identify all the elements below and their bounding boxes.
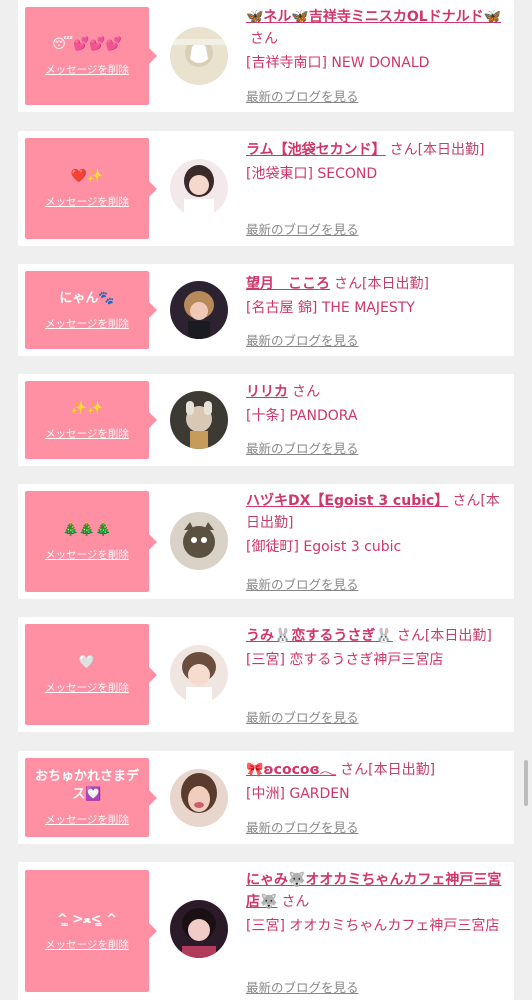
latest-blog-link[interactable]: 最新のブログを見る (246, 219, 359, 238)
shop-name: [御徒町] Egoist 3 cubic (246, 539, 402, 555)
message-bubble: おちゅかれさまデス💟 メッセージを削除 (25, 758, 157, 837)
list-item: ^ ̳>ﻌ< ̳^ メッセージを削除 にゃみ🐺オオカミちゃんカフェ神戸三宮店🐺 さ… (18, 862, 514, 1000)
message-text: ❤️✨ (70, 169, 104, 184)
honorific: さん (389, 142, 418, 158)
girl-name-link[interactable]: ラム【池袋セカンド】 (246, 142, 386, 158)
avatar[interactable] (170, 391, 228, 449)
delete-message-link[interactable]: メッセージを削除 (45, 426, 129, 441)
delete-message-link[interactable]: メッセージを削除 (45, 937, 129, 952)
message-list: 😴💕💕💕 メッセージを削除 🦋ネル🦋吉祥寺ミニスカOLドナルド🦋 さん [吉祥寺南… (0, 0, 532, 1000)
message-text: おちゅかれさまデス💟 (34, 769, 139, 802)
message-text: 🤍 (78, 655, 96, 670)
girl-name-link[interactable]: 🎀ʚcocoɞ𓂃 (246, 762, 336, 778)
girl-info: ハヅキDX【Egoist 3 cubic】 さん[本日出勤] [御徒町] Egoi… (246, 490, 508, 592)
latest-blog-link[interactable]: 最新のブログを見る (246, 574, 359, 593)
list-item: 🎄🎄🎄 メッセージを削除 ハヅキDX【Egoist 3 cubic】 さん[本日出… (18, 484, 514, 599)
shop-name: [三宮] オオカミちゃんカフェ神戸三宮店 (246, 918, 500, 934)
latest-blog-link[interactable]: 最新のブログを見る (246, 86, 359, 105)
girl-info: リリカ さん [十条] PANDORA 最新のブログを見る (246, 381, 508, 456)
shop-name: [名古屋 錦] THE MAJESTY (246, 300, 415, 316)
delete-message-link[interactable]: メッセージを削除 (45, 62, 129, 77)
girl-name-link[interactable]: 🦋ネル🦋吉祥寺ミニスカOLドナルド🦋 (246, 9, 501, 25)
delete-message-link[interactable]: メッセージを削除 (45, 547, 129, 562)
list-item: おちゅかれさまデス💟 メッセージを削除 🎀ʚcocoɞ𓂃 さん[本日出勤] [中洲… (18, 751, 514, 844)
honorific: さん (281, 894, 310, 910)
girl-info: 🦋ネル🦋吉祥寺ミニスカOLドナルド🦋さん [吉祥寺南口] NEW DONALD … (246, 6, 508, 104)
message-bubble: ❤️✨ メッセージを削除 (25, 138, 157, 239)
latest-blog-link[interactable]: 最新のブログを見る (246, 330, 359, 349)
girl-name-link[interactable]: うみ🐰恋するうさぎ🐰 (246, 628, 393, 644)
scrollbar[interactable] (524, 760, 528, 806)
list-item: ❤️✨ メッセージを削除 ラム【池袋セカンド】 さん[本日出勤] [池袋東口] S… (18, 131, 514, 246)
message-bubble: 😴💕💕💕 メッセージを削除 (25, 7, 157, 105)
shop-name: [吉祥寺南口] NEW DONALD (246, 55, 430, 71)
delete-message-link[interactable]: メッセージを削除 (45, 194, 129, 209)
status-text: [本日出勤] (417, 142, 485, 158)
latest-blog-link[interactable]: 最新のブログを見る (246, 977, 359, 996)
list-item: 🤍 メッセージを削除 うみ🐰恋するうさぎ🐰 さん[本日出勤] [三宮] 恋するうさ… (18, 617, 514, 732)
shop-name: [十条] PANDORA (246, 408, 358, 424)
girl-name-link[interactable]: 望月 こころ (246, 276, 330, 292)
message-text: ✨✨ (70, 400, 104, 416)
honorific: さん (340, 762, 369, 778)
girl-name-link[interactable]: リリカ (246, 384, 288, 400)
list-item: にゃん🐾 メッセージを削除 望月 こころ さん[本日出勤] [名古屋 錦] THE… (18, 264, 514, 356)
honorific: さん (292, 384, 320, 400)
message-text: ^ ̳>ﻌ< ̳^ (57, 911, 117, 927)
avatar[interactable] (170, 769, 228, 827)
shop-name: [中洲] GARDEN (246, 786, 350, 802)
girl-info: にゃみ🐺オオカミちゃんカフェ神戸三宮店🐺 さん [三宮] オオカミちゃんカフェ神戸… (246, 869, 508, 995)
shop-name: [池袋東口] SECOND (246, 166, 378, 182)
message-bubble: 🎄🎄🎄 メッセージを削除 (25, 491, 157, 592)
avatar[interactable] (170, 159, 228, 217)
honorific: さん (250, 31, 278, 47)
honorific: さん (396, 628, 425, 644)
honorific: さん (334, 276, 362, 292)
latest-blog-link[interactable]: 最新のブログを見る (246, 438, 359, 457)
avatar[interactable] (170, 645, 228, 703)
honorific: さん (452, 493, 481, 509)
message-bubble: 🤍 メッセージを削除 (25, 624, 157, 725)
message-text: 😴💕💕💕 (52, 36, 122, 52)
avatar[interactable] (170, 27, 228, 85)
girl-info: 🎀ʚcocoɞ𓂃 さん[本日出勤] [中洲] GARDEN 最新のブログを見る (246, 759, 508, 835)
delete-message-link[interactable]: メッセージを削除 (45, 680, 129, 695)
list-item: ✨✨ メッセージを削除 リリカ さん [十条] PANDORA 最新のブログを見る (18, 374, 514, 466)
latest-blog-link[interactable]: 最新のブログを見る (246, 817, 359, 836)
girl-info: ラム【池袋セカンド】 さん[本日出勤] [池袋東口] SECOND 最新のブログを… (246, 139, 508, 237)
status-text: [本日出勤] (368, 762, 436, 778)
girl-info: 望月 こころ さん[本日出勤] [名古屋 錦] THE MAJESTY 最新のブロ… (246, 273, 508, 348)
girl-info: うみ🐰恋するうさぎ🐰 さん[本日出勤] [三宮] 恋するうさぎ神戸三宮店 最新のブ… (246, 625, 508, 725)
avatar[interactable] (170, 512, 228, 570)
delete-message-link[interactable]: メッセージを削除 (45, 316, 129, 331)
message-bubble: にゃん🐾 メッセージを削除 (25, 271, 157, 349)
list-item: 😴💕💕💕 メッセージを削除 🦋ネル🦋吉祥寺ミニスカOLドナルド🦋 さん [吉祥寺南… (18, 0, 514, 112)
message-text: 🎄🎄🎄 (62, 522, 112, 537)
latest-blog-link[interactable]: 最新のブログを見る (246, 707, 359, 726)
avatar[interactable] (170, 900, 228, 958)
avatar[interactable] (170, 281, 228, 339)
message-text: にゃん🐾 (59, 290, 115, 306)
status-text: [本日出勤] (362, 276, 429, 292)
shop-name: [三宮] 恋するうさぎ神戸三宮店 (246, 652, 444, 668)
message-bubble: ✨✨ メッセージを削除 (25, 381, 157, 459)
delete-message-link[interactable]: メッセージを削除 (45, 812, 129, 827)
status-text: [本日出勤] (424, 628, 492, 644)
girl-name-link[interactable]: ハヅキDX【Egoist 3 cubic】 (246, 493, 448, 509)
message-bubble: ^ ̳>ﻌ< ̳^ メッセージを削除 (25, 870, 157, 992)
